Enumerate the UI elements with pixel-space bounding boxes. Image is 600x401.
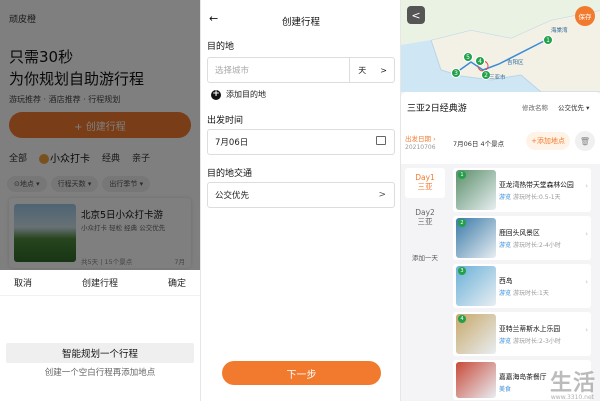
departure-date-field[interactable]: 7月06日 bbox=[207, 129, 395, 155]
add-spot-button[interactable]: +添加地点 bbox=[526, 132, 570, 150]
page-title: 创建行程 bbox=[281, 17, 320, 28]
map-label: 海棠湾 bbox=[551, 28, 568, 34]
transport-field[interactable]: 公交优先 > bbox=[207, 182, 395, 208]
sheet-title: 创建行程 bbox=[81, 279, 118, 289]
day-tab-1-place: 三亚 bbox=[417, 182, 433, 191]
create-trip-panel: ← 创建行程 目的地 选择城市 天 > + 添加目的地 出发时间 7月06日 目… bbox=[200, 0, 400, 401]
trip-detail-panel: 3 5 4 2 1 三亚市 吉阳区 海棠湾 < 保存 三亚2日经典游 修改名称 … bbox=[400, 0, 600, 401]
spot-duration: 游玩时长:2-3小时 bbox=[513, 338, 561, 345]
rename-button[interactable]: 修改名称 bbox=[522, 102, 548, 112]
spot-tag: 游览 bbox=[499, 242, 512, 249]
destination-placeholder: 选择城市 bbox=[215, 66, 250, 76]
home-panel: 顽皮橙 只需30秒 为你规划自助游行程 游玩推荐 · 酒店推荐 · 行程规划 +… bbox=[0, 0, 200, 401]
spot-tag: 游览 bbox=[499, 194, 512, 201]
spot-duration: 游玩时长:1天 bbox=[513, 290, 549, 297]
trip-summary: 三亚2日经典游 修改名称 公交优先 ▾ 出发日期 › 20210706 7月06… bbox=[401, 92, 600, 164]
modal-overlay[interactable] bbox=[0, 0, 200, 270]
map-pin[interactable]: 4 bbox=[475, 56, 485, 66]
watermark-url: www.3310.net bbox=[550, 394, 594, 401]
spot-tag: 美食 bbox=[499, 386, 512, 393]
map-pin[interactable]: 5 bbox=[463, 52, 473, 62]
add-destination-button[interactable]: + 添加目的地 bbox=[211, 89, 266, 100]
day-info: 7月06日 4个景点 bbox=[453, 140, 505, 148]
departure-date-button[interactable]: 出发日期 › bbox=[405, 135, 436, 143]
spot-number: 2 bbox=[458, 219, 466, 227]
back-button[interactable]: < bbox=[407, 6, 425, 24]
option-smart-plan[interactable]: 智能规划一个行程 bbox=[6, 343, 194, 363]
transport-preference-dropdown[interactable]: 公交优先 ▾ bbox=[558, 102, 589, 112]
trash-icon[interactable]: 🗑 bbox=[575, 131, 595, 151]
spot-name: 嘉嘉海岛茶餐厅 bbox=[499, 373, 547, 381]
spot-name: 亚特兰蒂斯水上乐园 bbox=[499, 325, 561, 333]
spot-image bbox=[456, 362, 496, 398]
chevron-right-icon: › bbox=[585, 230, 588, 238]
next-button[interactable]: 下一步 bbox=[222, 361, 381, 385]
departure-date-value: 7月06日 bbox=[215, 138, 249, 148]
create-trip-header: ← 创建行程 bbox=[201, 10, 400, 30]
spot-number: 3 bbox=[458, 267, 466, 275]
days-unit: 天 bbox=[358, 65, 367, 75]
map-label: 吉阳区 bbox=[507, 60, 524, 66]
day-tab-2-place: 三亚 bbox=[417, 217, 433, 226]
plus-circle-icon: + bbox=[211, 89, 221, 100]
map-pin[interactable]: 1 bbox=[543, 35, 553, 45]
chevron-right-icon: > bbox=[378, 190, 386, 200]
day-sidebar: Day1 三亚 Day2 三亚 添加一天 bbox=[401, 164, 449, 401]
day-tab-1-name: Day1 bbox=[415, 173, 435, 182]
watermark: 生活 bbox=[549, 371, 596, 396]
spot-name: 西岛 bbox=[499, 277, 513, 285]
destination-field[interactable]: 选择城市 天 > bbox=[207, 57, 395, 83]
spot-duration: 游玩时长:2-4小时 bbox=[513, 242, 561, 249]
sheet-header: 取消 创建行程 确定 bbox=[0, 270, 200, 296]
list-item[interactable]: 3 西岛 游览 游玩时长:1天 › bbox=[453, 264, 591, 308]
trip-title: 三亚2日经典游 bbox=[407, 104, 467, 114]
spot-tag: 游览 bbox=[499, 290, 512, 297]
map-pin[interactable]: 3 bbox=[451, 68, 461, 78]
spot-tag: 游览 bbox=[499, 338, 512, 345]
list-item[interactable]: 2 鹿回头风景区 游览 游玩时长:2-4小时 › bbox=[453, 216, 591, 260]
list-item[interactable]: 4 亚特兰蒂斯水上乐园 游览 游玩时长:2-3小时 › bbox=[453, 312, 591, 356]
list-item[interactable]: 1 亚龙湾热带天堂森林公园 游览 游玩时长:0.5-1天 › bbox=[453, 168, 591, 212]
route-map[interactable]: 3 5 4 2 1 三亚市 吉阳区 海棠湾 < 保存 bbox=[401, 0, 600, 92]
option-blank-trip[interactable]: 创建一个空白行程再添加地点 bbox=[0, 366, 200, 378]
chevron-right-icon: > bbox=[380, 65, 387, 75]
spot-name: 亚龙湾热带天堂森林公园 bbox=[499, 181, 574, 189]
create-trip-sheet: 取消 创建行程 确定 智能规划一个行程 创建一个空白行程再添加地点 bbox=[0, 270, 200, 401]
transport-label: 目的地交通 bbox=[207, 169, 253, 179]
days-selector[interactable]: 天 > bbox=[349, 58, 387, 82]
spot-number: 4 bbox=[458, 315, 466, 323]
chevron-right-icon: › bbox=[585, 278, 588, 286]
spot-duration: 游玩时长:0.5-1天 bbox=[513, 194, 561, 201]
spot-name: 鹿回头风景区 bbox=[499, 229, 540, 237]
day-tab-1[interactable]: Day1 三亚 bbox=[405, 168, 445, 198]
save-button[interactable]: 保存 bbox=[575, 6, 595, 26]
add-day-button[interactable]: 添加一天 bbox=[405, 252, 445, 262]
calendar-icon bbox=[376, 136, 386, 145]
sheet-cancel-button[interactable]: 取消 bbox=[14, 276, 32, 289]
transport-value: 公交优先 bbox=[215, 191, 250, 201]
destination-label: 目的地 bbox=[207, 42, 235, 52]
map-label: 三亚市 bbox=[489, 75, 506, 81]
chevron-right-icon: › bbox=[585, 326, 588, 334]
spot-number: 1 bbox=[458, 171, 466, 179]
day-tab-2-name: Day2 bbox=[415, 208, 435, 217]
day-tab-2[interactable]: Day2 三亚 bbox=[405, 208, 445, 226]
departure-label: 出发时间 bbox=[207, 116, 244, 126]
departure-date-value: 20210706 bbox=[405, 144, 436, 151]
add-destination-label: 添加目的地 bbox=[226, 90, 266, 99]
sheet-confirm-button[interactable]: 确定 bbox=[168, 276, 186, 289]
chevron-right-icon: › bbox=[585, 182, 588, 190]
